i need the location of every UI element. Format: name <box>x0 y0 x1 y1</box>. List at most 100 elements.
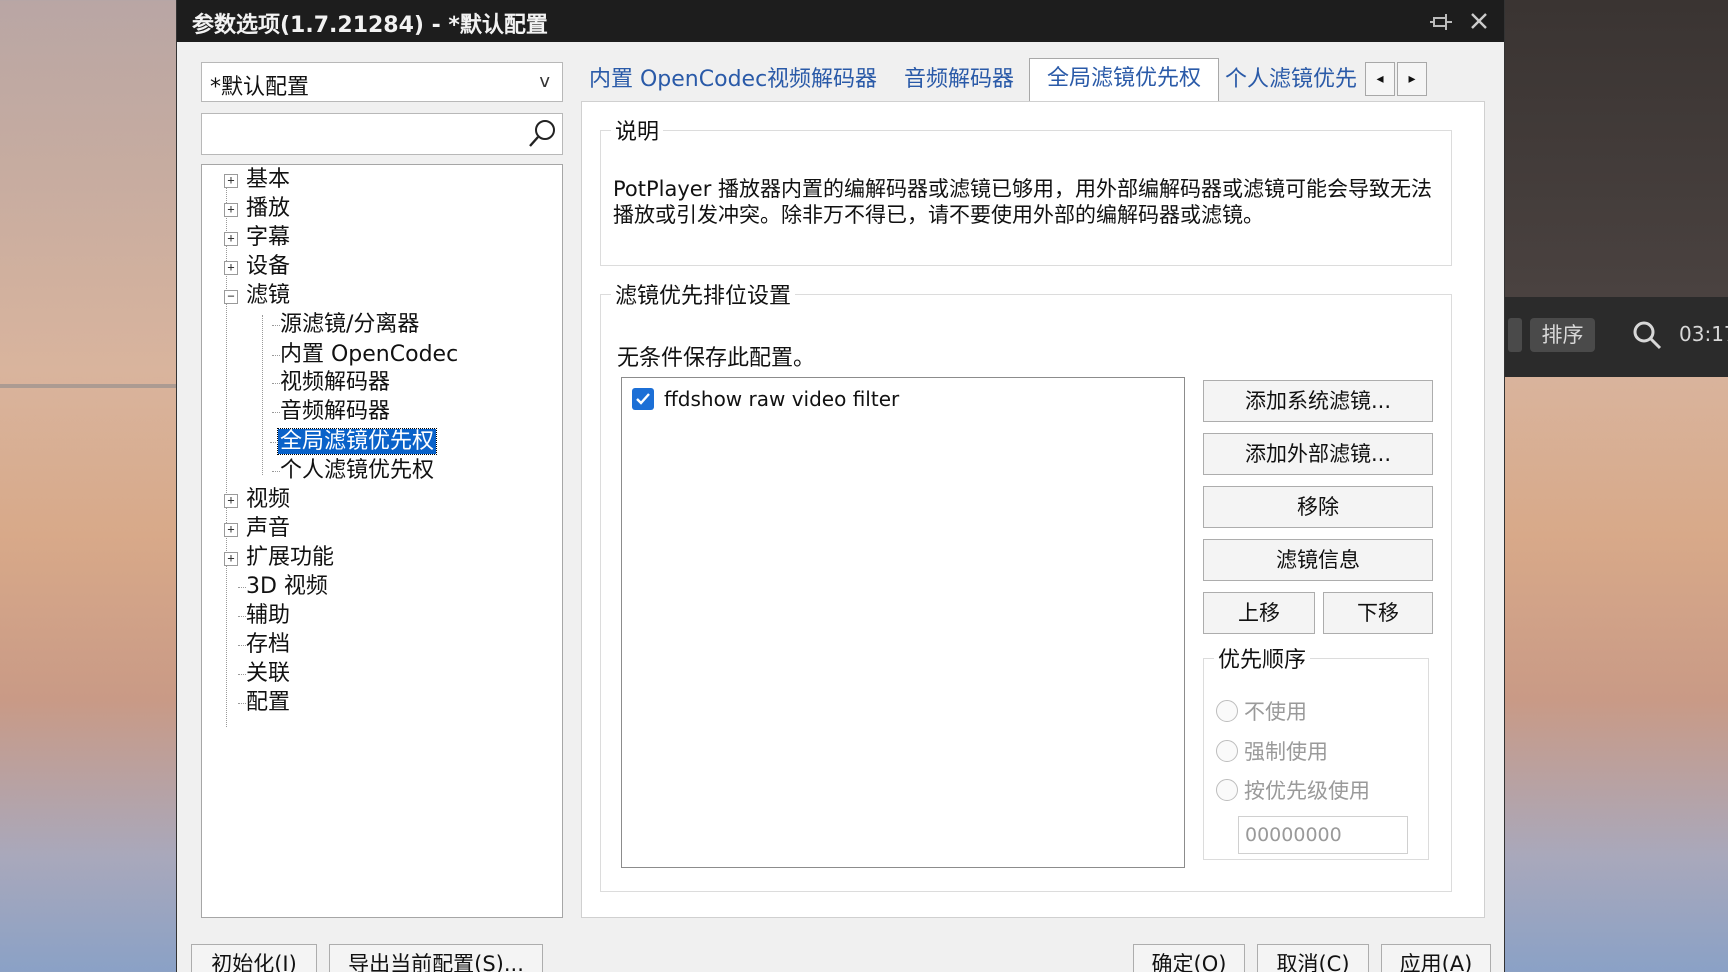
filter-info-button[interactable]: 滤镜信息 <box>1203 539 1433 581</box>
profile-dropdown[interactable]: *默认配置 v <box>201 62 563 102</box>
expand-icon[interactable]: + <box>224 494 238 508</box>
tree-item-opencodec[interactable]: 内置 OpenCodec <box>272 340 459 370</box>
radio-use-by-priority[interactable]: 按优先级使用 <box>1216 775 1370 805</box>
tree-item-label: 内置 OpenCodec <box>280 342 459 367</box>
collapse-icon[interactable]: − <box>224 290 238 304</box>
tab-personal-filter-priority[interactable]: 个人滤镜优先 <box>1225 60 1365 102</box>
tree-item-label: 扩展功能 <box>246 545 335 570</box>
tree-item-label: 配置 <box>246 690 291 715</box>
description-text: PotPlayer 播放器内置的编解码器或滤镜已够用，用外部编解码器或滤镜可能会… <box>613 177 1433 227</box>
pin-icon[interactable] <box>1430 10 1454 34</box>
add-system-filter-button[interactable]: 添加系统滤镜... <box>1203 380 1433 422</box>
tree-item-label: 存档 <box>246 632 291 657</box>
expand-icon[interactable]: + <box>224 203 238 217</box>
expand-icon[interactable]: + <box>224 523 238 537</box>
reset-button[interactable]: 初始化(I) <box>191 944 317 972</box>
tree-item-label: 播放 <box>246 196 291 221</box>
remove-button[interactable]: 移除 <box>1203 486 1433 528</box>
close-icon[interactable] <box>1466 8 1492 34</box>
radio-button[interactable] <box>1216 779 1238 801</box>
filter-priority-group: 滤镜优先排位设置 无条件保存此配置。 ffdshow raw video fil… <box>600 278 1452 892</box>
move-down-button[interactable]: 下移 <box>1323 592 1433 634</box>
tree-item-audio[interactable]: + 声音 <box>224 514 291 544</box>
priority-order-legend: 优先顺序 <box>1218 648 1307 673</box>
tree-item-video[interactable]: + 视频 <box>224 485 291 515</box>
tree-item-playback[interactable]: + 播放 <box>224 194 291 224</box>
tree-item-label: 设备 <box>246 254 291 279</box>
expand-icon[interactable]: + <box>224 552 238 566</box>
tree-item-association[interactable]: 关联 <box>238 659 291 689</box>
background-toolbar-button-partial <box>1508 318 1522 352</box>
tree-item-3d-video[interactable]: 3D 视频 <box>238 572 328 602</box>
radio-label: 按优先级使用 <box>1244 779 1370 803</box>
tree-item-video-decoder[interactable]: 视频解码器 <box>272 368 391 398</box>
tree-item-extensions[interactable]: + 扩展功能 <box>224 543 335 573</box>
tree-item-label: 关联 <box>246 661 291 686</box>
background-player-panel <box>1505 0 1728 297</box>
tab-audio-decoder[interactable]: 音频解码器 <box>893 60 1025 102</box>
radio-not-used[interactable]: 不使用 <box>1216 696 1307 726</box>
filter-name: ffdshow raw video filter <box>664 387 900 411</box>
filter-checkbox[interactable] <box>632 388 654 410</box>
tab-global-filter-priority[interactable]: 全局滤镜优先权 <box>1029 58 1219 102</box>
tree-item-label: 字幕 <box>246 225 291 250</box>
export-config-button[interactable]: 导出当前配置(S)... <box>329 944 543 972</box>
tree-item-audio-decoder[interactable]: 音频解码器 <box>272 397 391 427</box>
expand-icon[interactable]: + <box>224 261 238 275</box>
description-group: 说明 PotPlayer 播放器内置的编解码器或滤镜已够用，用外部编解码器或滤镜… <box>600 114 1452 266</box>
tab-strip: 内置 OpenCodec 视频解码器 音频解码器 全局滤镜优先权 个人滤镜优先 … <box>589 58 1485 102</box>
tab-scroll-right-button[interactable]: ▸ <box>1397 62 1427 96</box>
title-bar[interactable]: 参数选项(1.7.21284) - *默认配置 <box>177 0 1504 42</box>
priority-value-field[interactable]: 00000000 <box>1238 816 1408 854</box>
background-sort-button[interactable]: 排序 <box>1530 318 1595 352</box>
tree-item-basic[interactable]: + 基本 <box>224 165 291 195</box>
tree-item-label: 视频 <box>246 487 291 512</box>
tree-item-global-filter-priority[interactable]: 全局滤镜优先权 <box>270 427 438 457</box>
settings-panel: 说明 PotPlayer 播放器内置的编解码器或滤镜已够用，用外部编解码器或滤镜… <box>581 101 1485 918</box>
expand-icon[interactable]: + <box>224 232 238 246</box>
tree-item-label: 源滤镜/分离器 <box>280 312 420 337</box>
tree-item-label: 全局滤镜优先权 <box>276 428 438 455</box>
tree-item-label: 辅助 <box>246 603 291 628</box>
save-note: 无条件保存此配置。 <box>617 346 816 371</box>
cancel-button[interactable]: 取消(C) <box>1257 944 1369 972</box>
priority-order-group: 优先顺序 不使用 强制使用 按优先级使用 00000000 <box>1203 642 1429 860</box>
tab-video-decoder[interactable]: 视频解码器 <box>757 60 887 102</box>
search-input[interactable] <box>201 113 563 155</box>
radio-label: 强制使用 <box>1244 740 1328 764</box>
tree-item-devices[interactable]: + 设备 <box>224 252 291 282</box>
tab-opencodec[interactable]: 内置 OpenCodec <box>589 60 767 102</box>
tree-item-personal-filter-priority[interactable]: 个人滤镜优先权 <box>272 456 434 486</box>
tree-item-archive[interactable]: 存档 <box>238 630 291 660</box>
add-external-filter-button[interactable]: 添加外部滤镜... <box>1203 433 1433 475</box>
tree-item-label: 音频解码器 <box>280 399 391 424</box>
profile-dropdown-value: *默认配置 <box>210 75 310 100</box>
background-search-icon[interactable] <box>1630 318 1664 352</box>
checkmark-icon <box>636 393 650 405</box>
radio-force-use[interactable]: 强制使用 <box>1216 736 1328 766</box>
list-item[interactable]: ffdshow raw video filter <box>632 386 899 412</box>
tab-scroll-left-button[interactable]: ◂ <box>1365 62 1395 96</box>
tree-item-label: 视频解码器 <box>280 370 391 395</box>
window-title: 参数选项(1.7.21284) - *默认配置 <box>192 13 548 38</box>
description-legend: 说明 <box>615 120 660 145</box>
tree-item-subtitles[interactable]: + 字幕 <box>224 223 291 253</box>
tree-item-label: 基本 <box>246 167 291 192</box>
tree-item-source-filter[interactable]: 源滤镜/分离器 <box>272 310 420 340</box>
move-up-button[interactable]: 上移 <box>1203 592 1315 634</box>
ok-button[interactable]: 确定(O) <box>1133 944 1245 972</box>
filter-list[interactable]: ffdshow raw video filter <box>621 377 1185 868</box>
apply-button[interactable]: 应用(A) <box>1381 944 1491 972</box>
radio-button[interactable] <box>1216 740 1238 762</box>
tree-item-filters[interactable]: − 滤镜 <box>224 281 291 311</box>
expand-icon[interactable]: + <box>224 174 238 188</box>
filter-priority-legend: 滤镜优先排位设置 <box>615 284 792 309</box>
tree-item-label: 滤镜 <box>246 283 291 308</box>
settings-tree[interactable]: + 基本 + 播放 + 字幕 + 设备 − 滤镜 源滤镜/分离器 内置 Open… <box>201 164 563 918</box>
search-icon[interactable] <box>526 118 558 150</box>
chevron-down-icon: v <box>539 71 550 92</box>
tree-item-config[interactable]: 配置 <box>238 688 291 718</box>
radio-button[interactable] <box>1216 700 1238 722</box>
tree-item-accessibility[interactable]: 辅助 <box>238 601 291 631</box>
tree-item-label: 声音 <box>246 516 291 541</box>
